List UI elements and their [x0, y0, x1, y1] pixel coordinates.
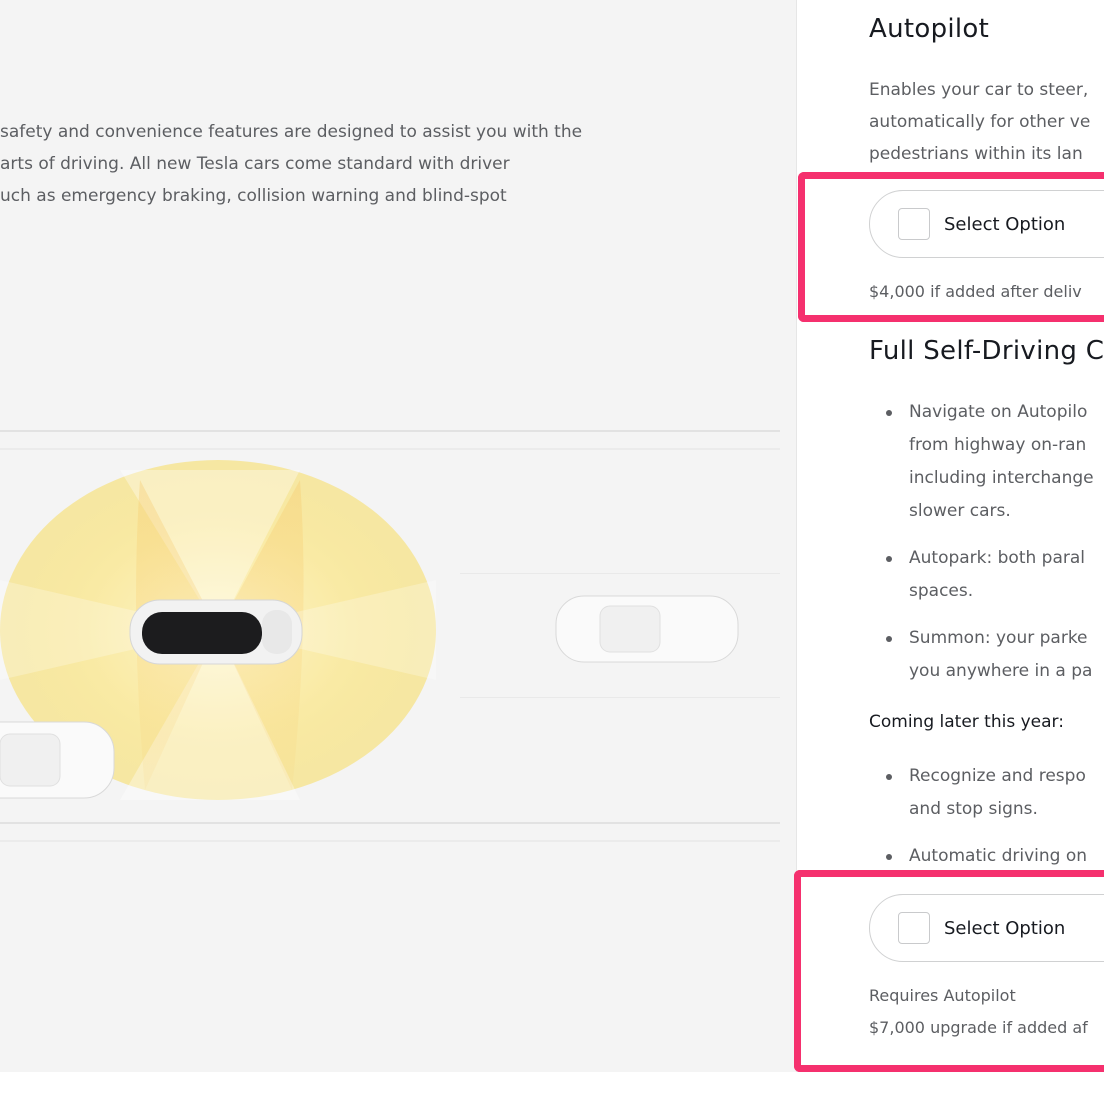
feature-line: Navigate on Autopilo: [909, 402, 1088, 422]
autopilot-title: Autopilot: [869, 14, 990, 44]
intro-paragraph: safety and convenience features are desi…: [0, 116, 700, 212]
fsd-price-note: $7,000 upgrade if added af: [869, 1018, 1088, 1037]
autopilot-description: Enables your car to steer, automatically…: [869, 74, 1104, 170]
fsd-select-label: Select Option: [944, 917, 1066, 939]
intro-line-2: arts of driving. All new Tesla cars come…: [0, 154, 510, 174]
autopilot-checkbox[interactable]: [898, 208, 930, 240]
autopilot-select-label: Select Option: [944, 213, 1066, 235]
other-car-right: [555, 595, 739, 663]
feature-line: Summon: your parke: [909, 628, 1088, 648]
autopilot-price-note: $4,000 if added after deliv: [869, 282, 1082, 301]
feature-line: Automatic driving on: [909, 846, 1088, 866]
intro-line-1: safety and convenience features are desi…: [0, 122, 583, 142]
feature-line: Recognize and respo: [909, 766, 1086, 786]
list-item: Navigate on Autopilo from highway on-ran…: [869, 396, 1104, 528]
autopilot-select-option-button[interactable]: Select Option: [869, 190, 1104, 258]
feature-line: spaces.: [909, 581, 974, 601]
road-edge-bottom-inner: [0, 840, 780, 842]
feature-line: you anywhere in a pa: [909, 661, 1093, 681]
fsd-title: Full Self-Driving C: [869, 336, 1104, 366]
road-edge-top-inner: [0, 448, 780, 450]
feature-line: from highway on-ran: [909, 435, 1087, 455]
coming-later-heading: Coming later this year:: [869, 712, 1064, 732]
list-item: Summon: your parke you anywhere in a pa: [869, 622, 1104, 688]
list-item: Recognize and respo and stop signs.: [869, 760, 1104, 826]
fsd-feature-list: Navigate on Autopilo from highway on-ran…: [869, 396, 1104, 688]
tesla-car: [129, 599, 303, 665]
feature-line: slower cars.: [909, 501, 1011, 521]
fsd-select-option-button[interactable]: Select Option: [869, 894, 1104, 962]
intro-line-3: uch as emergency braking, collision warn…: [0, 186, 507, 206]
road-edge-bottom: [0, 822, 780, 824]
other-car-left: [0, 721, 115, 799]
autopilot-description-line: pedestrians within its lan: [869, 144, 1083, 164]
list-item: Automatic driving on: [869, 840, 1104, 873]
fsd-checkbox[interactable]: [898, 912, 930, 944]
feature-line: including interchange: [909, 468, 1094, 488]
sensor-coverage-illustration: [0, 460, 780, 820]
list-item: Autopark: both paral spaces.: [869, 542, 1104, 608]
feature-line: and stop signs.: [909, 799, 1038, 819]
fsd-requires-note: Requires Autopilot: [869, 986, 1016, 1005]
autopilot-description-line: Enables your car to steer,: [869, 80, 1089, 100]
fsd-coming-feature-list: Recognize and respo and stop signs. Auto…: [869, 760, 1104, 873]
options-panel: Autopilot Enables your car to steer, aut…: [796, 0, 1104, 1072]
autopilot-description-line: automatically for other ve: [869, 112, 1091, 132]
autopilot-illustration-panel: safety and convenience features are desi…: [0, 0, 796, 1072]
road-edge-top: [0, 430, 780, 432]
feature-line: Autopark: both paral: [909, 548, 1086, 568]
